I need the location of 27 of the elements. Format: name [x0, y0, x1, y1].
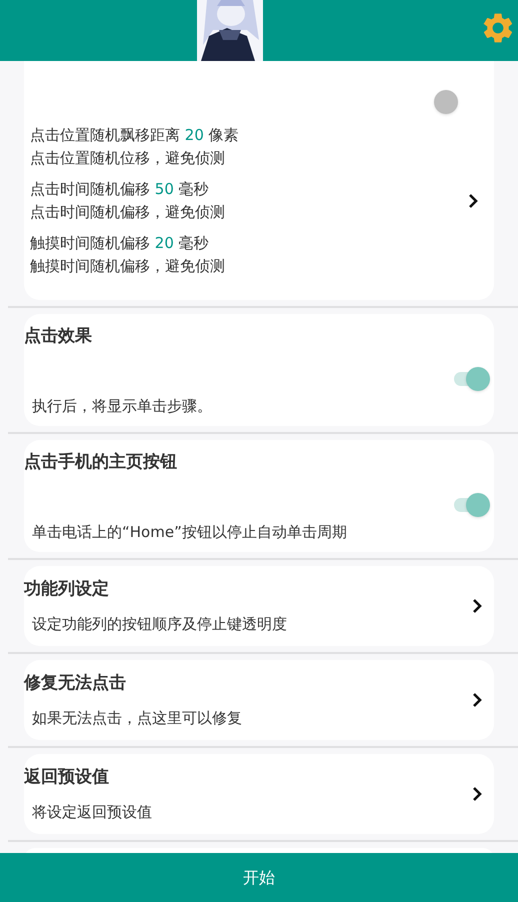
settings-card[interactable]: 功能列设定 设定功能列的按钮顺序及停止键透明度 [24, 566, 494, 646]
card-title: 修复无法点击 [24, 672, 127, 694]
card-title: 返回预设值 [24, 766, 110, 788]
detail-description: 点击时间随机偏移，避免侦测 [30, 202, 226, 223]
settings-card[interactable]: 点击位置随机飘移距离 20 像素 点击位置随机位移，避免侦测 点击时间随机偏移 50 毫秒 点击时间随机偏移，避免侦测 触摸时间随机偏移 20 毫秒 触摸时间随机偏移，避免侦测 [24, 61, 494, 300]
card-description: 如果无法点击，点这里可以修复 [31, 708, 243, 728]
detail-description: 点击位置随机位移，避免侦测 [30, 148, 226, 169]
card-description: 将设定返回预设值 [31, 802, 153, 822]
settings-card[interactable]: 返回预设值 将设定返回预设值 [24, 754, 494, 834]
settings-card[interactable]: 修复无法点击 如果无法点击，点这里可以修复 [24, 660, 494, 740]
chevron-right-icon [472, 786, 482, 802]
chevron-right-icon [472, 598, 482, 614]
start-button[interactable]: 开始 [0, 853, 518, 902]
detail-description: 触摸时间随机偏移，避免侦测 [30, 256, 226, 277]
card-title: 功能列设定 [24, 578, 110, 600]
chevron-right-icon [468, 193, 478, 209]
card-description: 执行后，将显示单击步骤。 [31, 396, 213, 416]
card-description: 设定功能列的按钮顺序及停止键透明度 [31, 614, 288, 634]
detail-label: 点击时间随机偏移 50 毫秒 [30, 179, 210, 200]
settings-card[interactable]: 点击效果 执行后，将显示单击步骤。 [24, 314, 494, 426]
card-title: 点击手机的主页按钮 [24, 451, 178, 473]
detail-label: 点击位置随机飘移距离 20 像素 [30, 125, 240, 146]
chevron-right-icon [472, 692, 482, 708]
card-description: 单击电话上的“Home”按钮以停止自动单击周期 [31, 522, 348, 542]
settings-card[interactable]: 点击手机的主页按钮 单击电话上的“Home”按钮以停止自动单击周期 [24, 440, 494, 552]
card-title: 点击效果 [24, 325, 93, 347]
detail-label: 触摸时间随机偏移 20 毫秒 [30, 233, 210, 254]
